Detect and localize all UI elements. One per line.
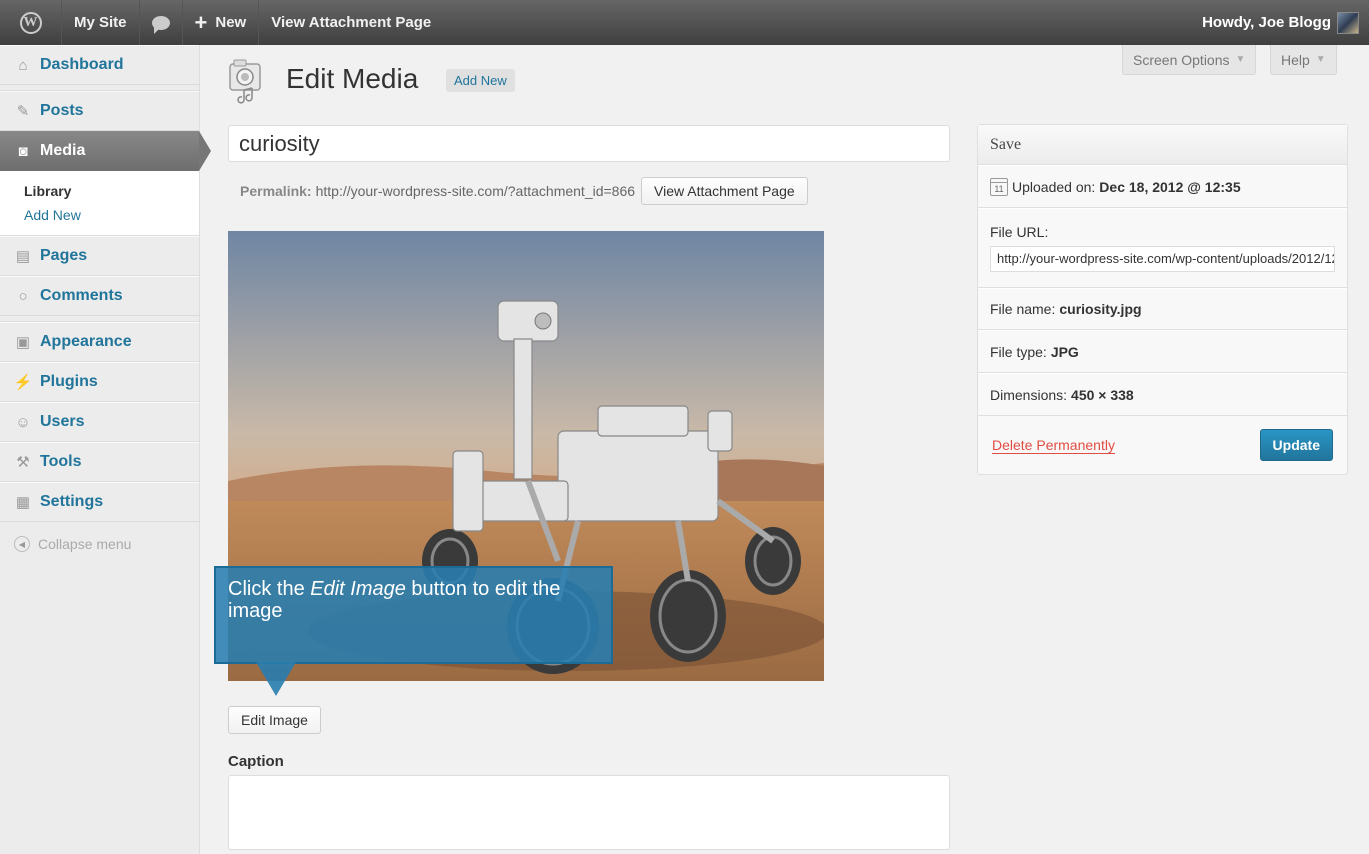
collapse-menu-label: Collapse menu — [38, 536, 132, 552]
sidebar-item-label: Plugins — [40, 373, 98, 390]
new-content-label: New — [215, 14, 247, 31]
sidebar-item-label: Pages — [40, 247, 88, 264]
wordpress-logo-icon: W — [19, 11, 42, 34]
dimensions-value: 450 × 338 — [1071, 386, 1134, 403]
comment-icon: ○ — [18, 287, 28, 305]
sidebar-item-tools[interactable]: ⚒ Tools — [0, 442, 199, 482]
help-tab[interactable]: Help ▼ — [1270, 45, 1337, 75]
sidebar-item-label: Users — [40, 413, 85, 430]
users-icon: ☺ — [15, 413, 31, 431]
caption-textarea[interactable] — [228, 775, 950, 850]
camera-icon: ◙ — [18, 142, 28, 160]
dimensions-label: Dimensions: — [990, 386, 1068, 403]
sidebar-item-plugins[interactable]: ⚡ Plugins — [0, 362, 199, 402]
tooltip-text-emphasis: Edit Image — [310, 578, 406, 600]
file-type-value: JPG — [1050, 343, 1079, 360]
settings-icon: ▦ — [15, 494, 31, 511]
save-meta-box: Save 11 Uploaded on: Dec 18, 2012 @ 12:3… — [977, 124, 1348, 475]
media-submenu: Library Add New — [0, 171, 199, 236]
screen-options-tab[interactable]: Screen Options ▼ — [1122, 45, 1257, 75]
media-page-icon — [229, 59, 261, 104]
sidebar-item-label: Settings — [40, 493, 104, 510]
save-box-title: Save — [978, 125, 1347, 165]
admin-bar: W My Site + New View Attachment Page How… — [0, 0, 1369, 45]
permalink-url[interactable]: http://your-wordpress-site.com/?attachme… — [316, 183, 635, 199]
sidebar-item-dashboard[interactable]: ⌂ Dashboard — [0, 45, 199, 85]
howdy-text: Howdy, Joe Blogg — [1202, 14, 1331, 31]
home-icon: ⌂ — [18, 56, 28, 74]
sidebar-item-label: Tools — [40, 453, 82, 470]
sidebar-item-media[interactable]: ◙ Media — [0, 131, 211, 171]
help-pointer-tooltip: Click the Edit Image button to edit the … — [214, 566, 613, 664]
dimensions-row: Dimensions: 450 × 338 — [978, 373, 1347, 416]
file-type-row: File type: JPG — [978, 330, 1347, 373]
avatar — [1337, 11, 1359, 34]
file-type-label: File type: — [990, 343, 1047, 360]
site-name-menu[interactable]: My Site — [62, 0, 140, 45]
appearance-icon: ▣ — [15, 334, 31, 351]
sidebar-item-pages[interactable]: ▤ Pages — [0, 236, 199, 276]
calendar-icon: 11 — [990, 177, 1008, 196]
caption-label: Caption — [228, 753, 284, 770]
sidebar-item-settings[interactable]: ▦ Settings — [0, 482, 199, 522]
sidebar-item-appearance[interactable]: ▣ Appearance — [0, 322, 199, 362]
tooltip-text-prefix: Click the — [228, 578, 311, 600]
tools-icon: ⚒ — [16, 454, 30, 471]
title-input[interactable] — [228, 125, 950, 162]
triangle-down-icon: ▼ — [1235, 54, 1246, 65]
sidebar-item-label: Comments — [40, 287, 123, 304]
add-new-media-button[interactable]: Add New — [446, 69, 515, 92]
file-url-label: File URL: — [990, 224, 1049, 240]
permalink-label: Permalink: — [240, 183, 312, 199]
sidebar-item-users[interactable]: ☺ Users — [0, 402, 199, 442]
wordpress-logo-menu[interactable]: W — [0, 0, 62, 45]
uploaded-on-row: 11 Uploaded on: Dec 18, 2012 @ 12:35 — [978, 165, 1347, 208]
view-attachment-page-button[interactable]: View Attachment Page — [641, 177, 808, 205]
admin-sidebar: ⌂ Dashboard ✎ Posts ◙ Media Library Add … — [0, 45, 211, 854]
delete-permanently-link[interactable]: Delete Permanently — [992, 437, 1115, 454]
screen-options-label: Screen Options — [1133, 51, 1230, 68]
plus-icon: + — [194, 9, 208, 35]
collapse-arrow-icon: ◀ — [14, 536, 30, 552]
comment-bubble-icon — [151, 15, 170, 34]
file-name-label: File name: — [990, 301, 1056, 317]
collapse-menu-button[interactable]: ◀ Collapse menu — [0, 522, 199, 566]
update-button[interactable]: Update — [1259, 429, 1333, 461]
triangle-down-icon: ▼ — [1315, 54, 1326, 65]
tooltip-arrow — [256, 662, 296, 696]
help-label: Help — [1281, 51, 1310, 68]
sidebar-item-comments[interactable]: ○ Comments — [0, 276, 199, 316]
plug-icon: ⚡ — [13, 374, 33, 391]
new-content-menu[interactable]: + New — [183, 0, 260, 45]
file-url-row: File URL: http://your-wordpress-site.com… — [978, 208, 1347, 288]
save-box-actions: Delete Permanently Update — [978, 416, 1347, 474]
submenu-add-new[interactable]: Add New — [24, 203, 199, 227]
sidebar-item-posts[interactable]: ✎ Posts — [0, 91, 199, 131]
file-url-field[interactable]: http://your-wordpress-site.com/wp-conten… — [990, 246, 1335, 272]
file-name-row: File name: curiosity.jpg — [978, 288, 1347, 330]
file-name-value: curiosity.jpg — [1059, 301, 1142, 317]
permalink-row: Permalink: http://your-wordpress-site.co… — [240, 177, 808, 205]
sidebar-item-label: Media — [40, 142, 86, 159]
submenu-library[interactable]: Library — [24, 179, 199, 203]
pin-icon: ✎ — [16, 103, 30, 120]
sidebar-item-label: Dashboard — [40, 56, 124, 73]
comments-menu[interactable] — [140, 0, 183, 45]
uploaded-value: Dec 18, 2012 @ 12:35 — [1099, 178, 1241, 195]
sidebar-item-label: Appearance — [40, 333, 132, 350]
my-account-menu[interactable]: Howdy, Joe Blogg — [1202, 11, 1369, 34]
sidebar-item-label: Posts — [40, 102, 84, 119]
view-attachment-link[interactable]: View Attachment Page — [259, 0, 443, 45]
pages-icon: ▤ — [15, 248, 31, 265]
edit-image-button[interactable]: Edit Image — [228, 706, 321, 734]
page-title: Edit Media — [286, 63, 419, 94]
uploaded-label: Uploaded on: — [1012, 178, 1096, 195]
